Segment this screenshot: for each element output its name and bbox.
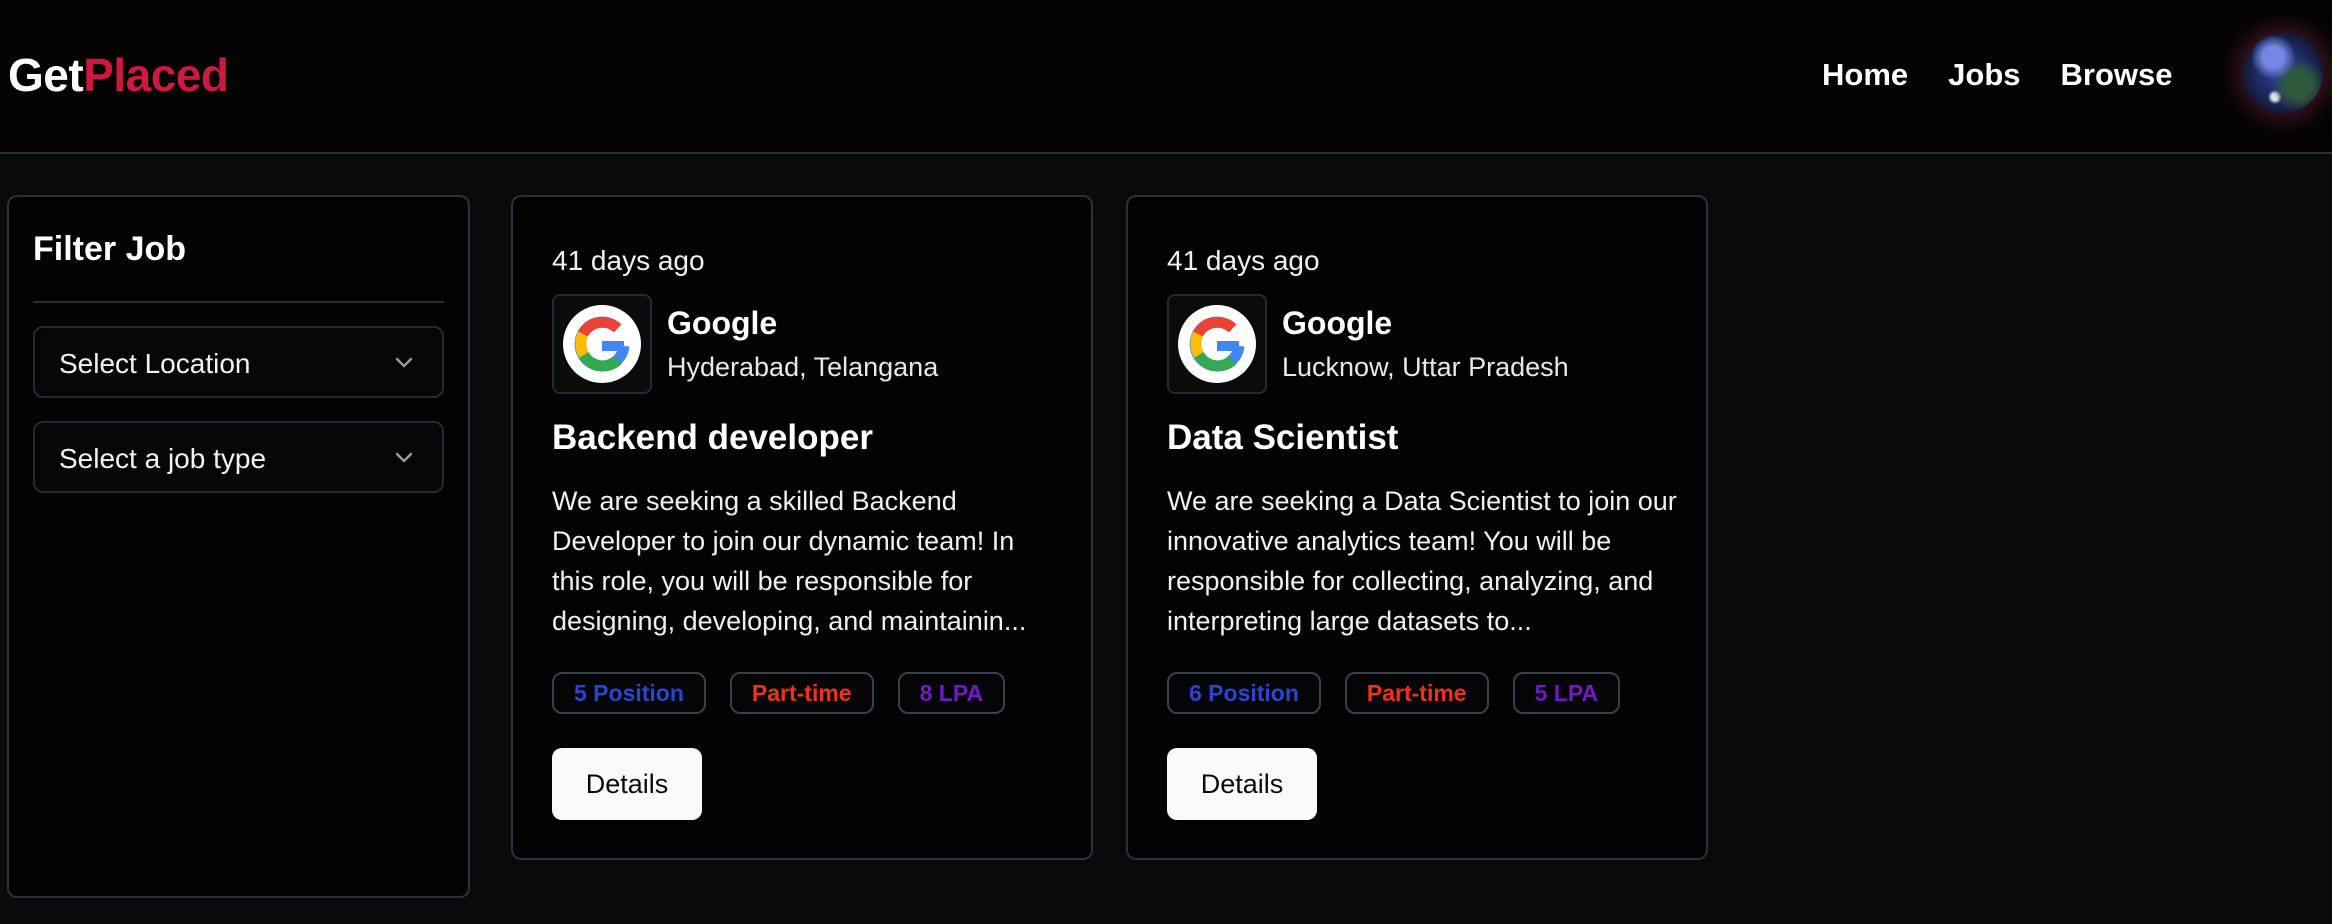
- filter-divider: [33, 301, 444, 303]
- nav-link-home[interactable]: Home: [1822, 52, 1908, 98]
- brand-logo[interactable]: GetPlaced: [8, 46, 229, 104]
- job-tags: 5 Position Part-time 8 LPA: [552, 672, 1006, 714]
- jobtype-select-value: Select a job type: [59, 443, 267, 474]
- posted-time: 41 days ago: [1167, 245, 1320, 276]
- company-name: Google: [667, 305, 778, 341]
- google-logo-icon: [563, 305, 641, 383]
- logo-text-placed: Placed: [83, 49, 229, 101]
- filter-title: Filter Job: [33, 230, 187, 268]
- job-location: Lucknow, Uttar Pradesh: [1282, 352, 1569, 382]
- location-select[interactable]: Select Location: [33, 326, 444, 398]
- positions-badge: 6 Position: [1167, 672, 1321, 714]
- salary-badge: 5 LPA: [1512, 672, 1621, 714]
- details-button[interactable]: Details: [552, 748, 702, 820]
- nav-link-jobs[interactable]: Jobs: [1948, 52, 2020, 98]
- nav-links: Home Jobs Browse: [1822, 52, 2172, 98]
- jobtype-select[interactable]: Select a job type: [33, 421, 444, 493]
- jobtype-badge: Part-time: [1344, 672, 1489, 714]
- job-title: Backend developer: [552, 418, 873, 457]
- job-tags: 6 Position Part-time 5 LPA: [1167, 672, 1621, 714]
- jobtype-badge: Part-time: [729, 672, 874, 714]
- filter-sidebar: Filter Job Select Location Select a job …: [7, 195, 470, 898]
- nav-link-browse[interactable]: Browse: [2061, 52, 2173, 98]
- navbar: GetPlaced Home Jobs Browse: [0, 0, 2332, 154]
- job-title: Data Scientist: [1167, 418, 1399, 457]
- job-location: Hyderabad, Telangana: [667, 352, 939, 382]
- company-name: Google: [1282, 305, 1393, 341]
- salary-badge: 8 LPA: [897, 672, 1006, 714]
- details-button[interactable]: Details: [1167, 748, 1317, 820]
- job-card: 41 days ago Google Lucknow, Uttar Prades…: [1126, 195, 1708, 860]
- chevron-down-icon: [395, 357, 413, 368]
- logo-text-get: Get: [8, 49, 84, 101]
- google-logo-icon: [1178, 305, 1256, 383]
- company-logo: [1167, 294, 1267, 394]
- company-logo: [552, 294, 652, 394]
- user-avatar[interactable]: [2243, 33, 2323, 113]
- job-description: We are seeking a Data Scientist to join …: [1167, 486, 1677, 636]
- positions-badge: 5 Position: [552, 672, 706, 714]
- job-card: 41 days ago Google Hyderabad, Telangana …: [511, 195, 1093, 860]
- posted-time: 41 days ago: [552, 245, 705, 276]
- location-select-value: Select Location: [59, 348, 251, 379]
- chevron-down-icon: [395, 452, 413, 463]
- job-description: We are seeking a skilled Backend Develop…: [552, 486, 1027, 636]
